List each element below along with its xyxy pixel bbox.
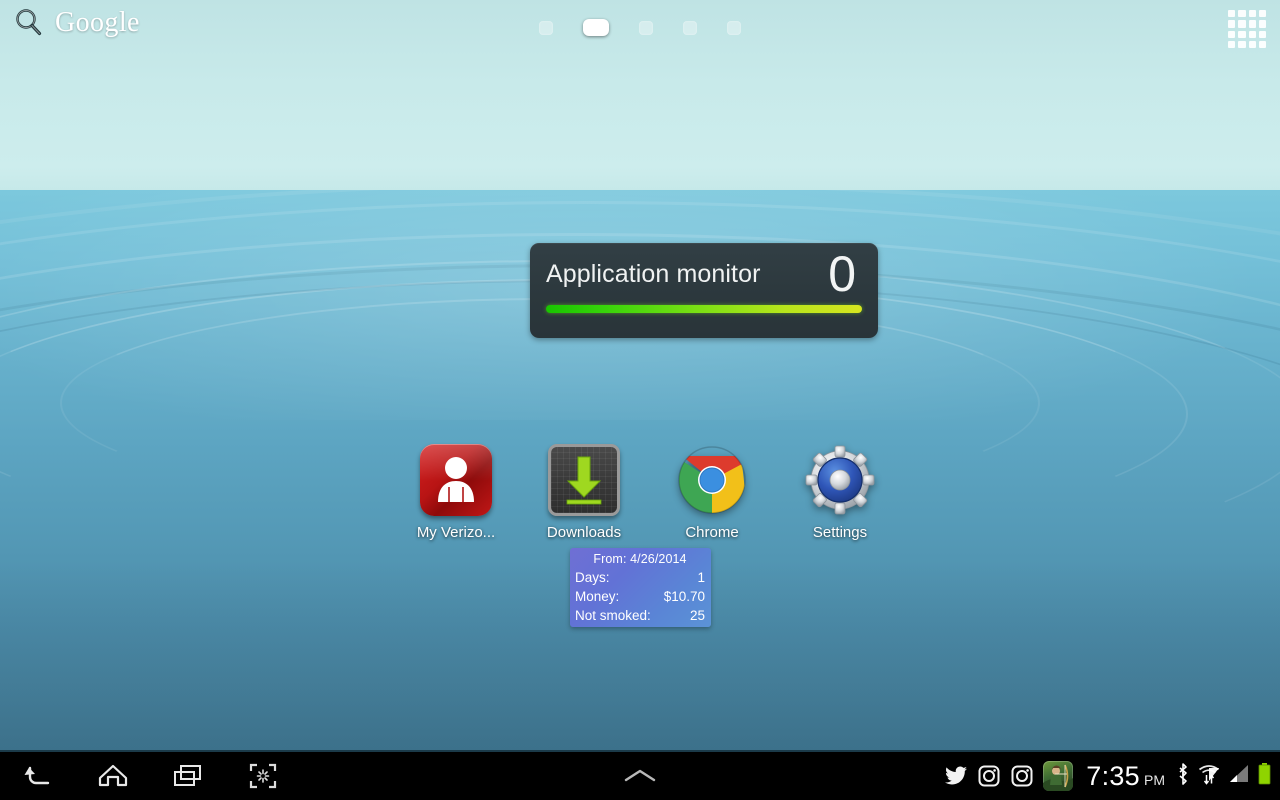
my-verizon-icon[interactable] [420, 444, 492, 516]
quit-smoking-not-smoked-label: Not smoked: [575, 608, 651, 623]
app-label-my-verizon: My Verizo... [416, 524, 496, 541]
quit-smoking-from-value: 4/26/2014 [630, 552, 687, 566]
quit-smoking-widget[interactable]: From: 4/26/2014 Days: 1 Money: $10.70 No… [570, 548, 711, 627]
system-navigation-bar: 7:35 PM [0, 750, 1280, 800]
settings-gear-icon[interactable] [804, 444, 876, 516]
app-label-settings: Settings [812, 524, 868, 541]
top-bar: Google [0, 0, 1280, 56]
application-monitor-title: Application monitor [546, 259, 761, 288]
twitter-bird-icon[interactable] [944, 764, 968, 788]
signal-bars-icon [1228, 763, 1250, 790]
app-label-downloads: Downloads [546, 524, 622, 541]
wallpaper [0, 0, 1280, 800]
chevron-up-icon [624, 769, 656, 782]
clock-meridiem: PM [1144, 771, 1165, 788]
application-monitor-progress-bar [546, 305, 862, 313]
quit-smoking-money-label: Money: [575, 589, 620, 604]
page-dot-2-active[interactable] [583, 19, 609, 36]
quit-smoking-from-label: From: [593, 552, 627, 566]
clock-time: 7:35 [1086, 760, 1140, 791]
archer-game-icon[interactable] [1043, 761, 1074, 791]
quit-smoking-not-smoked-value: 25 [689, 608, 705, 623]
page-dot-4[interactable] [683, 20, 697, 35]
wifi-transfer-icon [1197, 762, 1221, 791]
status-icons-area[interactable]: 7:35 PM [944, 752, 1272, 800]
bluetooth-icon [1176, 762, 1190, 791]
downloads-icon[interactable] [548, 444, 620, 516]
quit-smoking-from-line: From: 4/26/2014 [575, 551, 705, 568]
app-label-chrome: Chrome [685, 524, 739, 541]
quit-smoking-row-not-smoked: Not smoked: 25 [575, 606, 705, 625]
instagram-camera-icon[interactable] [977, 764, 1001, 788]
page-dot-3[interactable] [639, 20, 653, 35]
apps-grid-icon[interactable] [1228, 10, 1266, 48]
home-screen: Google Application monitor 0 My Verizo..… [0, 0, 1280, 800]
chrome-icon[interactable] [676, 444, 748, 516]
app-shortcut-my-verizon[interactable]: My Verizo... [392, 444, 520, 541]
quit-smoking-days-value: 1 [697, 570, 705, 585]
app-shortcuts-row: My Verizo... Downloads Chrome Settings [392, 444, 904, 541]
app-shortcut-settings[interactable]: Settings [776, 444, 904, 541]
application-monitor-count: 0 [828, 246, 856, 302]
battery-full-icon [1257, 762, 1272, 791]
page-indicator [0, 19, 1280, 36]
instagram-camera-icon[interactable] [1010, 764, 1034, 788]
app-shortcut-chrome[interactable]: Chrome [648, 444, 776, 541]
page-dot-5[interactable] [727, 20, 741, 35]
application-monitor-widget[interactable]: Application monitor 0 [530, 243, 878, 338]
quit-smoking-row-money: Money: $10.70 [575, 587, 705, 606]
application-monitor-row: Application monitor 0 [546, 243, 862, 305]
status-clock[interactable]: 7:35 PM [1086, 761, 1165, 792]
system-status-icons[interactable] [1176, 762, 1272, 791]
page-dot-1[interactable] [539, 20, 553, 35]
quit-smoking-days-label: Days: [575, 570, 610, 585]
quit-smoking-row-days: Days: 1 [575, 568, 705, 587]
quit-smoking-money-value: $10.70 [663, 589, 705, 604]
app-shortcut-downloads[interactable]: Downloads [520, 444, 648, 541]
